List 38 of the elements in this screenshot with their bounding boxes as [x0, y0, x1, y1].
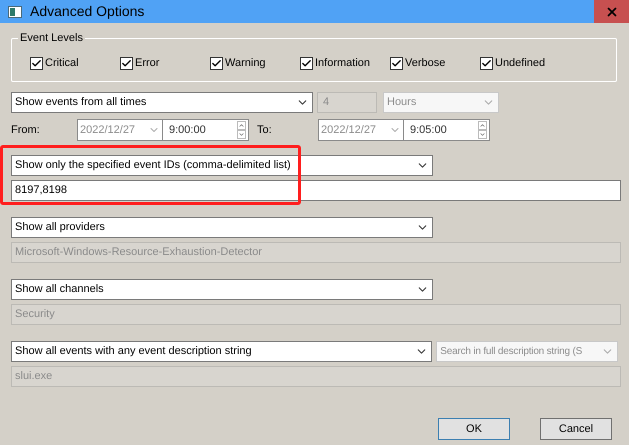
level-checkbox[interactable]: Warning — [210, 54, 300, 72]
checkbox[interactable] — [30, 56, 43, 70]
spin-down-icon[interactable] — [237, 130, 246, 139]
spin-up-icon[interactable] — [237, 121, 246, 130]
filter-dropdown[interactable]: Show all providers — [11, 217, 433, 238]
check-icon — [391, 58, 402, 68]
checkbox[interactable] — [120, 56, 133, 70]
time-range-dropdown[interactable]: Show events from all times — [11, 92, 313, 113]
level-checkbox[interactable]: Critical — [30, 54, 120, 72]
dialog-button[interactable]: OK — [438, 418, 510, 440]
close-icon — [604, 4, 618, 18]
level-checkbox[interactable]: Information — [300, 54, 390, 72]
dialog-button[interactable]: Cancel — [540, 418, 612, 440]
time-spinner[interactable]: 9:05:00 — [404, 119, 490, 141]
window-icon — [8, 6, 22, 18]
from-label: From: — [11, 122, 41, 138]
spin-down-icon[interactable] — [478, 130, 487, 139]
window-title: Advanced Options — [30, 2, 146, 21]
checkbox[interactable] — [300, 56, 313, 70]
filter-dropdown[interactable]: Show all channels — [11, 279, 433, 300]
level-checkbox[interactable]: Verbose — [390, 54, 480, 72]
spin-up-icon[interactable] — [478, 121, 487, 130]
check-icon — [481, 58, 492, 68]
check-icon — [211, 58, 222, 68]
check-icon — [121, 58, 132, 68]
text-field[interactable]: 8197,8198 — [11, 180, 621, 201]
filter-dropdown[interactable]: Show all events with any event description string — [11, 341, 432, 362]
checkbox[interactable] — [210, 56, 223, 70]
level-checkbox[interactable]: Undefined — [480, 54, 570, 72]
check-icon — [301, 58, 312, 68]
filter-dropdown[interactable]: Show only the specified event IDs (comma-delimited list) — [11, 155, 433, 176]
check-icon — [31, 58, 42, 68]
level-checkbox[interactable]: Error — [120, 54, 210, 72]
checkbox[interactable] — [480, 56, 493, 70]
close-button[interactable] — [594, 0, 629, 23]
checkbox[interactable] — [390, 56, 403, 70]
time-spinner[interactable]: 9:00:00 — [163, 119, 249, 141]
to-label: To: — [256, 122, 273, 138]
